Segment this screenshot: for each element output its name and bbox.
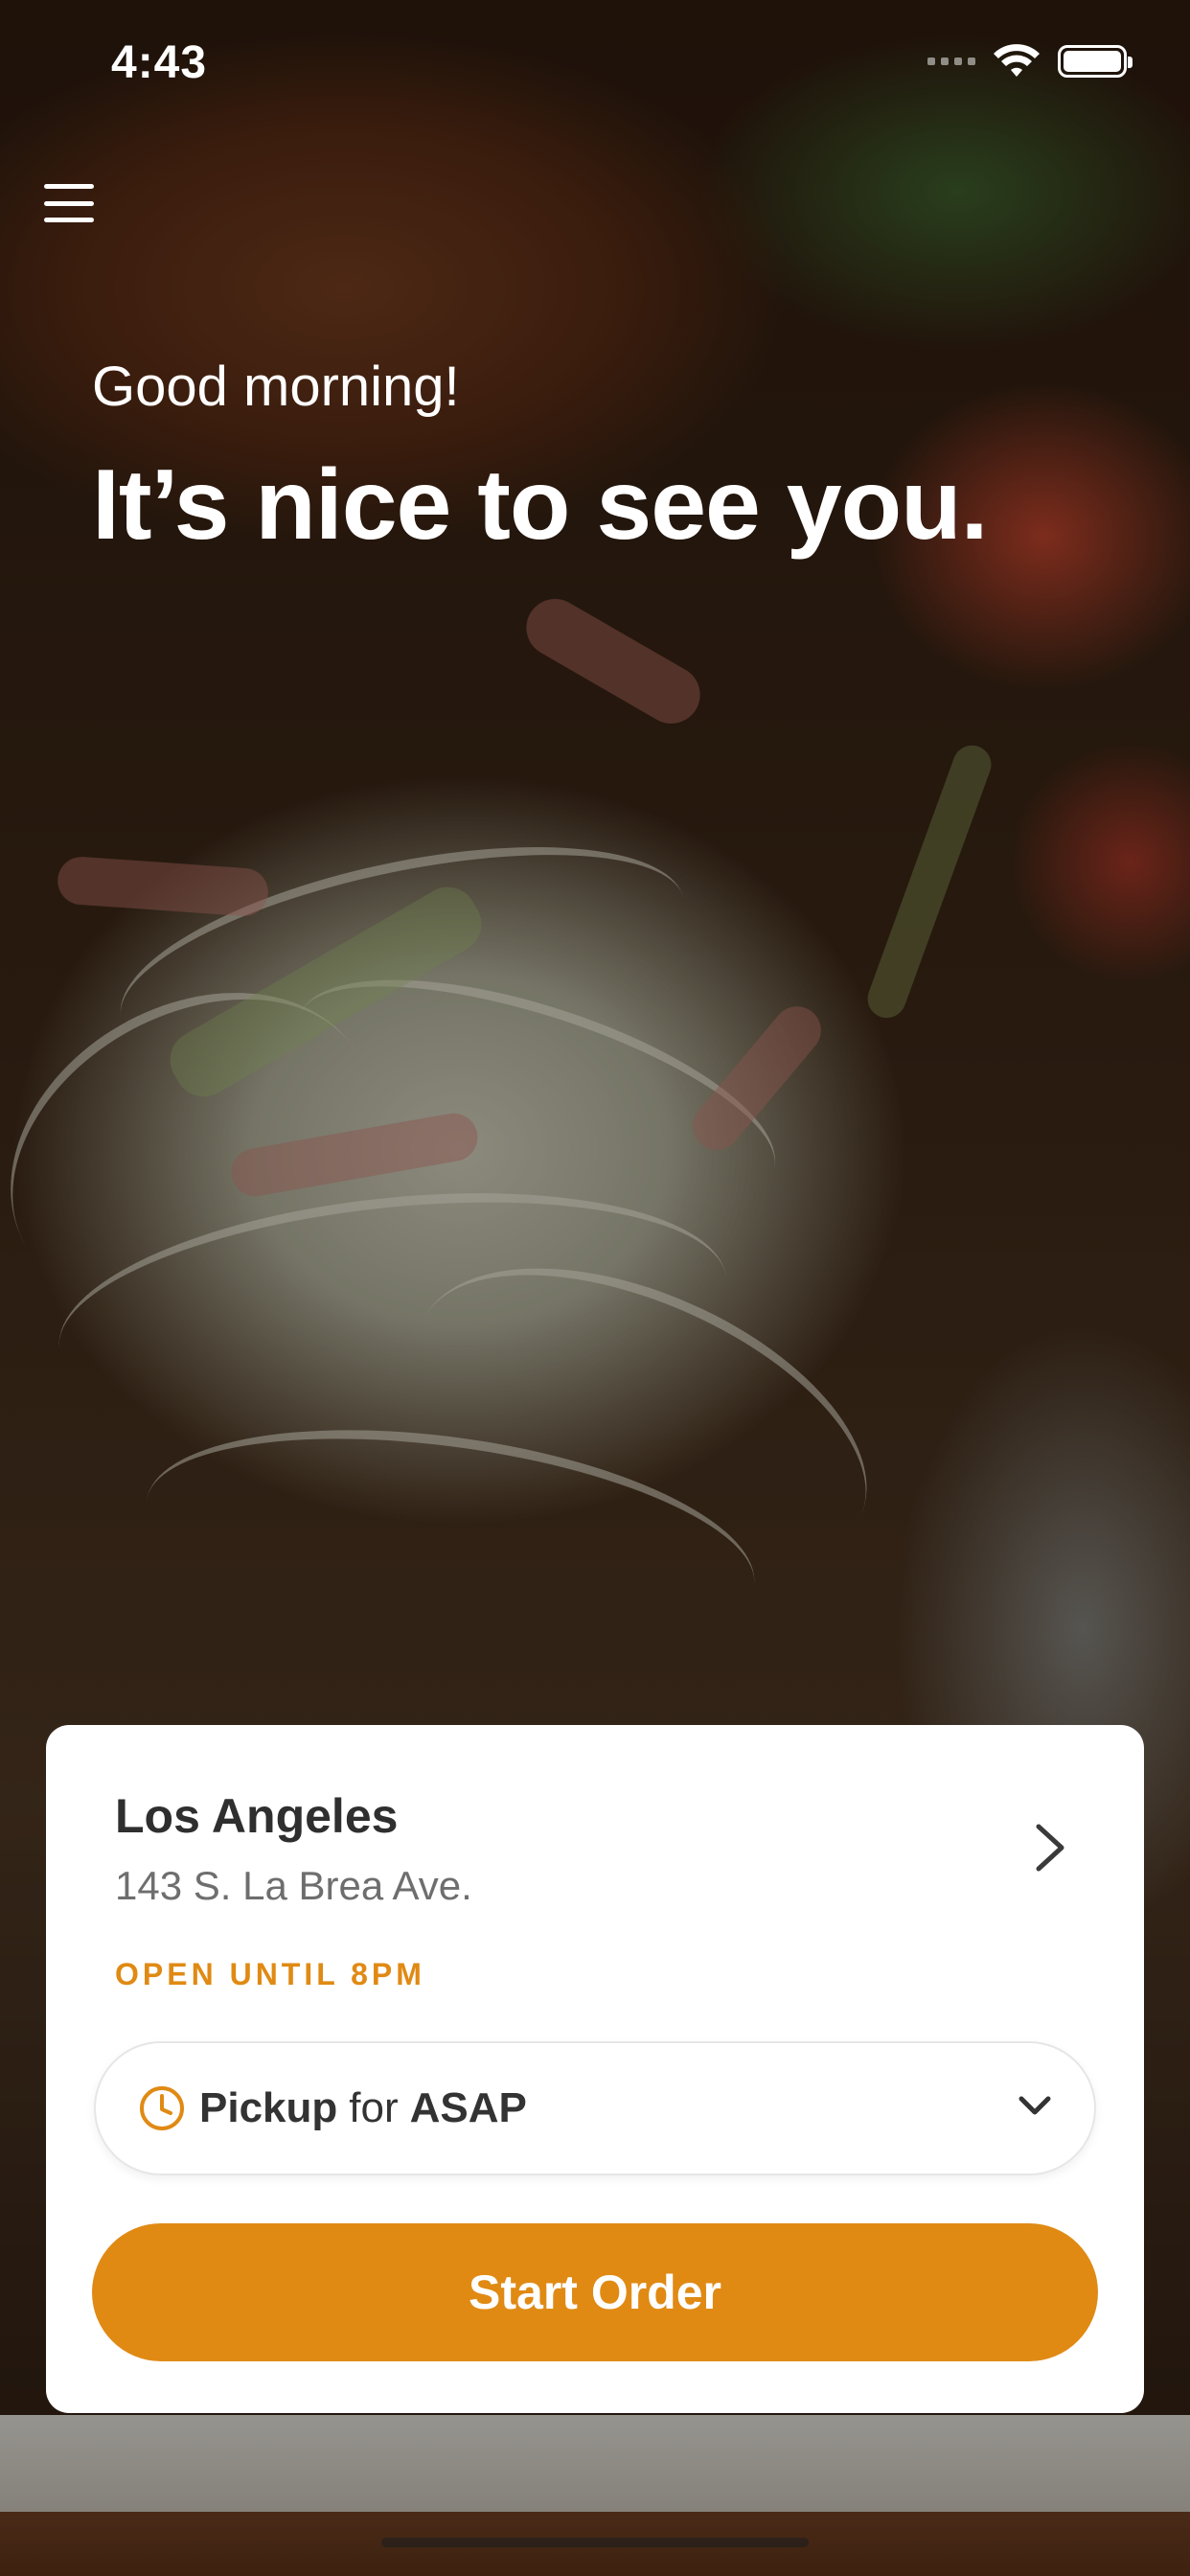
- location-card: Los Angeles 143 S. La Brea Ave. OPEN UNT…: [46, 1725, 1144, 2413]
- location-city: Los Angeles: [115, 1789, 399, 1843]
- chevron-down-icon[interactable]: [1016, 2091, 1054, 2120]
- home-indicator[interactable]: [381, 2538, 809, 2547]
- order-mode-connector: for: [349, 2084, 399, 2131]
- location-address: 143 S. La Brea Ave.: [115, 1863, 472, 1908]
- hamburger-menu-icon[interactable]: [44, 180, 94, 226]
- order-mode-text: Pickup for ASAP: [199, 2084, 527, 2132]
- battery-icon: [1058, 45, 1133, 78]
- greeting-text: Good morning!: [92, 356, 460, 418]
- chevron-right-icon[interactable]: [1031, 1821, 1069, 1874]
- status-icons: [927, 44, 1133, 79]
- start-order-button[interactable]: Start Order: [92, 2223, 1098, 2361]
- clock-icon: [140, 2086, 184, 2130]
- headline-text: It’s nice to see you.: [92, 449, 989, 561]
- open-hours-label: OPEN UNTIL 8PM: [115, 1957, 425, 1991]
- order-mode-time: ASAP: [409, 2084, 527, 2131]
- cellular-signal-icon: [927, 58, 975, 65]
- wifi-icon: [994, 44, 1040, 77]
- order-mode-dropdown[interactable]: Pickup for ASAP: [94, 2041, 1096, 2175]
- location-selector[interactable]: Los Angeles 143 S. La Brea Ave.: [115, 1788, 1087, 1913]
- status-time: 4:43: [111, 37, 208, 88]
- order-mode-type: Pickup: [199, 2084, 338, 2131]
